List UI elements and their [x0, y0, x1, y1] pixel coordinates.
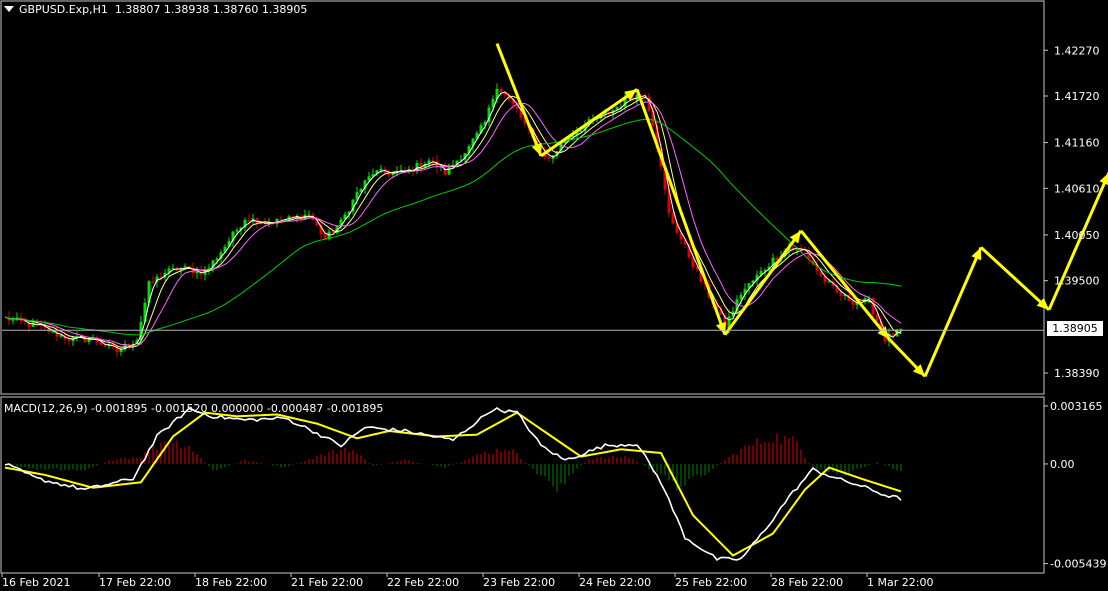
- ohlc-values: 1.38807 1.38938 1.38760 1.38905: [114, 3, 308, 16]
- price-axis-label: 1.38390: [1054, 367, 1100, 380]
- time-axis-label: 16 Feb 2021: [2, 576, 70, 589]
- price-axis-label: 1.42270: [1054, 44, 1100, 57]
- candle-body: [447, 166, 451, 175]
- time-axis-label: 23 Feb 22:00: [483, 576, 555, 589]
- candle-body: [431, 160, 435, 162]
- candle-body: [67, 339, 71, 342]
- time-axis-label: 21 Feb 22:00: [291, 576, 363, 589]
- time-axis-label: 25 Feb 22:00: [675, 576, 747, 589]
- time-axis-label: 1 Mar 22:00: [867, 576, 933, 589]
- candle-body: [247, 220, 251, 222]
- candle-body: [839, 292, 843, 296]
- candle-body: [307, 214, 311, 216]
- price-axis-label: 1.41720: [1054, 90, 1100, 103]
- current-price-label: 1.38905: [1047, 321, 1103, 336]
- chart-background: [0, 0, 1108, 591]
- price-axis-label: 1.40610: [1054, 182, 1100, 195]
- price-axis-label: 1.40050: [1054, 229, 1100, 242]
- time-axis-label: 17 Feb 22:00: [99, 576, 171, 589]
- macd-axis-label: 0.003165: [1050, 400, 1103, 413]
- macd-axis-label: 0.00: [1050, 458, 1075, 471]
- candle-body: [151, 281, 155, 283]
- time-axis-label: 18 Feb 22:00: [195, 576, 267, 589]
- candle-body: [851, 301, 855, 305]
- candle-body: [499, 88, 503, 93]
- macd-axis-label: -0.005439: [1050, 558, 1106, 571]
- price-axis-label: 1.41160: [1054, 137, 1100, 150]
- time-axis-label: 24 Feb 22:00: [579, 576, 651, 589]
- time-axis-label: 28 Feb 22:00: [771, 576, 843, 589]
- candle-body: [827, 281, 831, 283]
- candle-body: [171, 267, 175, 269]
- candle-body: [235, 229, 239, 232]
- candle-body: [547, 157, 551, 159]
- symbol-name: GBPUSD.Exp,H1: [19, 3, 108, 16]
- chart-canvas[interactable]: 1.42270 1.41720 1.41160 1.40610 1.40050 1.395…: [0, 0, 1108, 591]
- symbol-header[interactable]: GBPUSD.Exp,H1 1.38807 1.38938 1.38760 1.…: [4, 3, 307, 16]
- dropdown-triangle-icon[interactable]: [4, 6, 14, 12]
- macd-header: MACD(12,26,9) -0.001895 -0.001520 0.0000…: [4, 402, 384, 415]
- candle-body: [739, 294, 743, 300]
- price-axis-label: 1.39500: [1054, 275, 1100, 288]
- candle-body: [323, 234, 327, 240]
- time-axis-label: 22 Feb 22:00: [387, 576, 459, 589]
- candle-body: [379, 168, 383, 171]
